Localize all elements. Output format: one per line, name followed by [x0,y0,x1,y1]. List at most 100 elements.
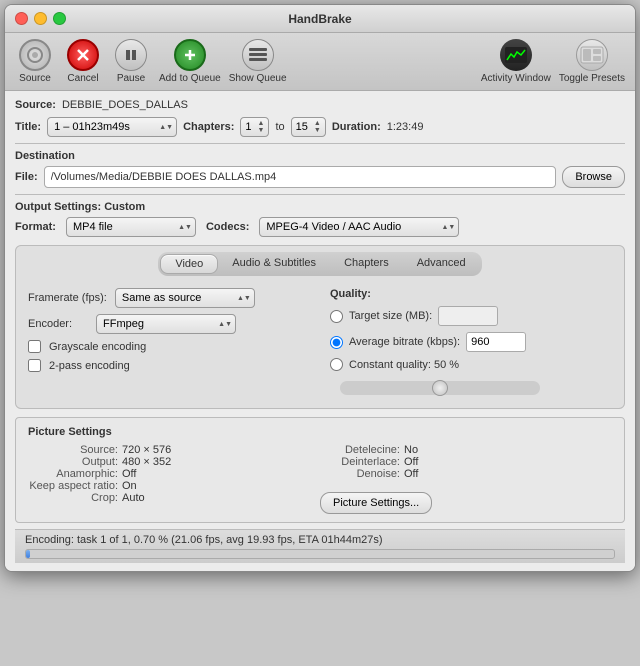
codecs-select[interactable]: MPEG-4 Video / AAC Audio [259,217,459,237]
file-row: File: Browse [15,166,625,188]
framerate-row: Framerate (fps): Same as source [28,288,310,308]
tab-chapters[interactable]: Chapters [330,254,403,274]
encoder-label: Encoder: [28,318,72,330]
twopass-label: 2-pass encoding [49,360,130,372]
titlebar: HandBrake [5,5,635,33]
close-button[interactable] [15,12,28,25]
file-path-input[interactable] [44,166,557,188]
toggle-presets-button[interactable]: Toggle Presets [559,39,625,84]
deinterlace-label: Deinterlace: [320,456,400,468]
tab-audio[interactable]: Audio & Subtitles [218,254,330,274]
keep-aspect-row: Keep aspect ratio: On [28,480,320,492]
progress-bar-outer [25,549,615,559]
denoise-label: Denoise: [320,468,400,480]
activity-label: Activity Window [481,73,551,84]
output-ps-value: 480 × 352 [122,456,171,468]
denoise-row: Denoise: Off [320,468,612,480]
tab-bar: Video Audio & Subtitles Chapters Advance… [158,252,481,276]
format-row: Format: MP4 file Codecs: MPEG-4 Video / … [15,217,625,237]
keep-aspect-label: Keep aspect ratio: [28,480,118,492]
main-window: HandBrake Source Cancel Pause Add to Qu [4,4,636,572]
ps-mid-col: Detelecine: No Deinterlace: Off Denoise:… [320,444,612,514]
ps-btn-area: Picture Settings... [320,492,612,514]
content-area: Source: DEBBIE_DOES_DALLAS Title: 1 – 01… [5,91,635,571]
chapters-from-value: 1 [245,121,251,133]
encoder-select[interactable]: FFmpeg [96,314,236,334]
avg-bitrate-row: Average bitrate (kbps): [330,332,612,352]
cancel-icon [67,39,99,71]
minimize-button[interactable] [34,12,47,25]
browse-button[interactable]: Browse [562,166,625,188]
left-settings: Framerate (fps): Same as source Encoder:… [28,288,310,398]
status-text: Encoding: task 1 of 1, 0.70 % (21.06 fps… [25,534,383,546]
cancel-button[interactable]: Cancel [63,39,103,84]
constant-quality-radio[interactable] [330,358,343,371]
target-size-radio[interactable] [330,310,343,323]
avg-bitrate-label: Average bitrate (kbps): [349,336,460,348]
chapters-from-stepper[interactable]: 1 ▲▼ [240,117,269,137]
avg-bitrate-radio[interactable] [330,336,343,349]
target-size-input[interactable] [438,306,498,326]
activity-window-button[interactable]: Activity Window [481,39,551,84]
output-settings-title: Output Settings: Custom [15,201,625,213]
ps-left-col: Source: 720 × 576 Output: 480 × 352 Anam… [28,444,320,504]
constant-quality-label: Constant quality: 50 % [349,359,459,371]
picture-settings-button[interactable]: Picture Settings... [320,492,432,514]
framerate-select[interactable]: Same as source [115,288,255,308]
source-row: Source: DEBBIE_DOES_DALLAS [15,99,625,111]
avg-bitrate-input[interactable] [466,332,526,352]
quality-section: Quality: Target size (MB): Average bitra… [330,288,612,398]
keep-aspect-value: On [122,480,137,492]
detelecine-row: Detelecine: No [320,444,612,456]
quality-slider[interactable] [340,381,540,395]
detelecine-value: No [404,444,418,456]
up-arrow-to[interactable]: ▲ [314,120,321,127]
codecs-label: Codecs: [206,221,249,233]
add-to-queue-label: Add to Queue [159,73,221,84]
show-queue-button[interactable]: Show Queue [229,39,287,84]
down-arrow-to[interactable]: ▼ [314,127,321,134]
toolbar: Source Cancel Pause Add to Queue Show Qu… [5,33,635,91]
format-label: Format: [15,221,56,233]
detelecine-label: Detelecine: [320,444,400,456]
title-select[interactable]: 1 – 01h23m49s [47,117,177,137]
title-value: 1 – 01h23m49s [54,121,130,133]
activity-icon [500,39,532,71]
target-size-label: Target size (MB): [349,310,432,322]
title-label: Title: [15,121,41,133]
tab-advanced[interactable]: Advanced [403,254,480,274]
add-to-queue-button[interactable]: Add to Queue [159,39,221,84]
tab-video[interactable]: Video [160,254,218,274]
duration-value: 1:23:49 [387,121,424,133]
traffic-lights [15,12,66,25]
progress-bar-inner [26,550,30,558]
encoder-value: FFmpeg [103,318,144,330]
picture-settings-title: Picture Settings [28,426,612,438]
up-arrow[interactable]: ▲ [258,120,265,127]
grayscale-checkbox[interactable] [28,340,41,353]
presets-icon [576,39,608,71]
format-select[interactable]: MP4 file [66,217,196,237]
codecs-value: MPEG-4 Video / AAC Audio [266,221,401,233]
source-button[interactable]: Source [15,39,55,84]
output-ps-row: Output: 480 × 352 [28,456,320,468]
chapters-label: Chapters: [183,121,234,133]
pause-icon [115,39,147,71]
source-icon [19,39,51,71]
status-bar: Encoding: task 1 of 1, 0.70 % (21.06 fps… [15,529,625,563]
show-queue-label: Show Queue [229,73,287,84]
source-name: DEBBIE_DOES_DALLAS [62,99,188,111]
pause-button[interactable]: Pause [111,39,151,84]
video-settings-layout: Framerate (fps): Same as source Encoder:… [28,288,612,398]
destination-title: Destination [15,150,625,162]
anamorphic-label: Anamorphic: [28,468,118,480]
source-ps-value: 720 × 576 [122,444,171,456]
down-arrow[interactable]: ▼ [258,127,265,134]
grayscale-row: Grayscale encoding [28,340,310,353]
duration-label: Duration: [332,121,381,133]
divider-1 [15,143,625,144]
chapters-to-stepper[interactable]: 15 ▲▼ [291,117,326,137]
window-title: HandBrake [288,12,351,26]
twopass-checkbox[interactable] [28,359,41,372]
maximize-button[interactable] [53,12,66,25]
